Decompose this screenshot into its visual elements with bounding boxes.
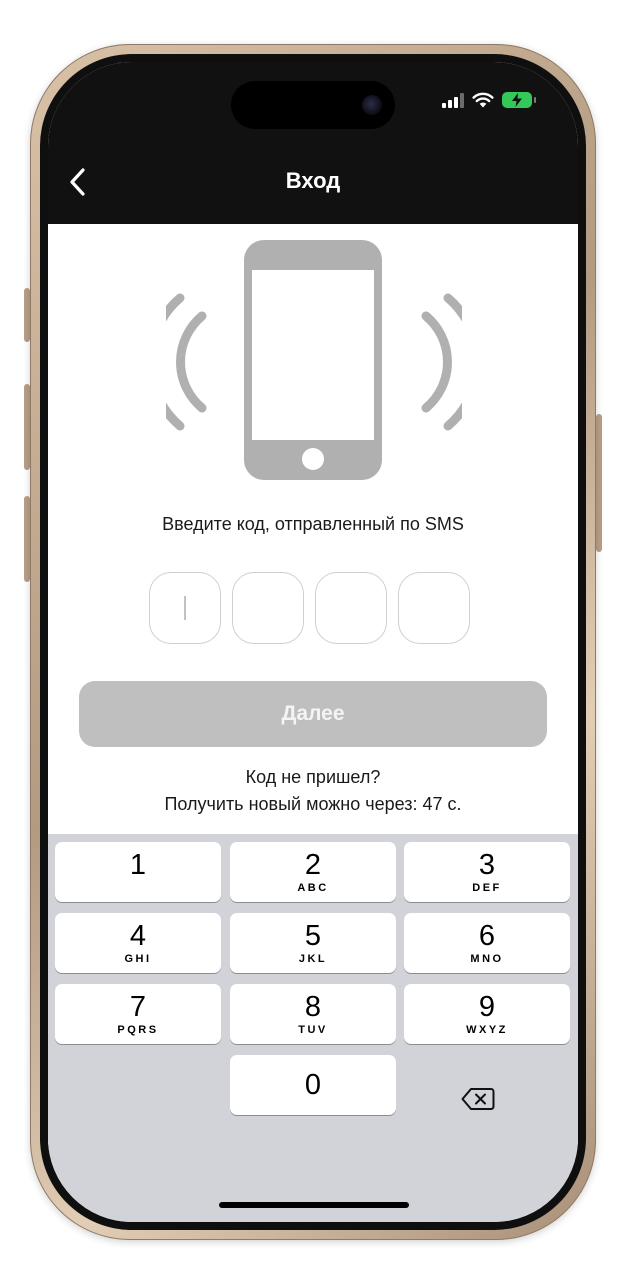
cellular-signal-icon: [442, 92, 464, 108]
status-bar: [442, 92, 536, 108]
key-6[interactable]: 6 MNO: [404, 913, 570, 973]
code-digit-2[interactable]: [232, 572, 304, 644]
battery-charging-icon: [502, 92, 536, 108]
next-button[interactable]: Далее: [79, 681, 547, 747]
key-letters: TUV: [298, 1024, 328, 1036]
key-2[interactable]: 2 ABC: [230, 842, 396, 902]
key-letters: GHI: [124, 953, 152, 965]
key-letters: DEF: [472, 882, 502, 894]
sms-code-prompt: Введите код, отправленный по SMS: [162, 514, 464, 534]
code-digit-3[interactable]: [315, 572, 387, 644]
text-cursor: [184, 596, 186, 620]
key-digit: 9: [478, 991, 496, 1023]
vibrating-phone-icon: [166, 240, 462, 480]
key-digit: 1: [129, 849, 147, 881]
key-9[interactable]: 9 WXYZ: [404, 984, 570, 1044]
key-7[interactable]: 7 PQRS: [55, 984, 221, 1044]
delete-left-icon: [461, 1088, 495, 1110]
key-0[interactable]: 0: [230, 1055, 396, 1115]
key-4[interactable]: 4 GHI: [55, 913, 221, 973]
page-title: Вход: [285, 168, 341, 193]
key-digit: 3: [478, 849, 496, 881]
key-1[interactable]: 1: [55, 842, 221, 902]
key-letters: PQRS: [117, 1024, 159, 1036]
backspace-key[interactable]: [458, 1084, 498, 1114]
phone-screen: Вход Введите код, отправленный по SMS Да…: [48, 62, 578, 1222]
code-digit-1[interactable]: [149, 572, 221, 644]
sms-code-inputs: [149, 572, 470, 644]
key-letters: ABC: [297, 882, 329, 894]
key-5[interactable]: 5 JKL: [230, 913, 396, 973]
key-letters: MNO: [470, 953, 504, 965]
key-digit: 0: [304, 1069, 322, 1101]
power-button: [596, 414, 602, 552]
code-digit-4[interactable]: [398, 572, 470, 644]
resend-countdown-text: Получить новый можно через: 47 с.: [164, 794, 462, 814]
key-3[interactable]: 3 DEF: [404, 842, 570, 902]
key-letters: JKL: [298, 953, 328, 965]
key-digit: 2: [304, 849, 322, 881]
front-camera: [362, 95, 382, 115]
key-8[interactable]: 8 TUV: [230, 984, 396, 1044]
key-digit: 6: [478, 920, 496, 952]
key-letters: WXYZ: [466, 1024, 508, 1036]
home-indicator[interactable]: [219, 1202, 409, 1208]
key-digit: 7: [129, 991, 147, 1023]
key-digit: 4: [129, 920, 147, 952]
key-digit: 8: [304, 991, 322, 1023]
wifi-icon: [472, 92, 494, 108]
code-not-received-text: Код не пришел?: [245, 767, 381, 787]
key-digit: 5: [304, 920, 322, 952]
